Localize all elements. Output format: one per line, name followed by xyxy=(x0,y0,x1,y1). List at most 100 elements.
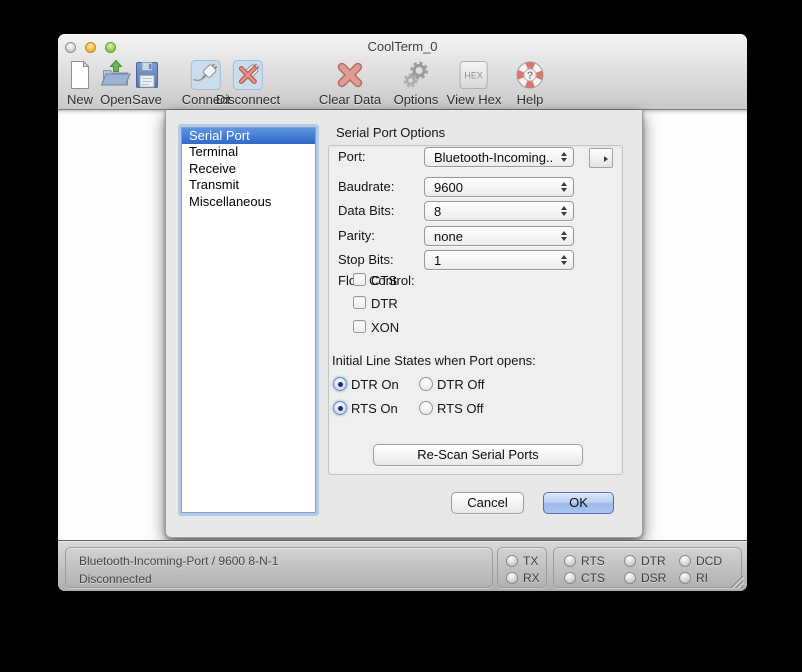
stepper-arrows-icon xyxy=(561,231,567,241)
dsr-led-icon xyxy=(624,572,636,584)
status-bar: Bluetooth-Incoming-Port / 9600 8-N-1 Dis… xyxy=(58,540,747,591)
checkbox-label: DTR xyxy=(371,296,398,311)
parity-select[interactable]: none xyxy=(424,226,574,246)
clear-x-icon xyxy=(334,59,366,91)
resize-grip[interactable] xyxy=(729,575,744,588)
baudrate-select[interactable]: 9600 xyxy=(424,177,574,197)
activity-led-panel: TX RX xyxy=(497,547,547,588)
toolbar-label: New xyxy=(67,92,93,107)
toolbar-clear-data-button[interactable]: Clear Data xyxy=(319,59,381,107)
rts-on-radio[interactable] xyxy=(333,401,347,415)
checkbox-label: XON xyxy=(371,320,399,335)
dcd-led-icon xyxy=(679,555,691,567)
new-document-icon xyxy=(64,59,96,91)
ri-led-icon xyxy=(679,572,691,584)
xon-checkbox[interactable] xyxy=(353,320,366,333)
port-label: Port: xyxy=(338,149,365,164)
connection-status-panel: Bluetooth-Incoming-Port / 9600 8-N-1 Dis… xyxy=(65,547,493,588)
rx-led-icon xyxy=(506,572,518,584)
coolterm-window: CoolTerm_0 New xyxy=(58,34,747,591)
hex-badge-icon: HEX xyxy=(458,59,490,91)
led-label: DTR xyxy=(641,554,666,568)
disconnect-plug-icon xyxy=(232,59,264,91)
radio-label: RTS On xyxy=(351,401,398,416)
triangle-right-icon xyxy=(604,156,608,162)
cancel-button[interactable]: Cancel xyxy=(451,492,524,514)
options-category-list: Serial Port Terminal Receive Transmit Mi… xyxy=(181,127,316,513)
hex-icon-text: HEX xyxy=(465,71,484,81)
baudrate-label: Baudrate: xyxy=(338,179,394,194)
stop-bits-value: 1 xyxy=(434,252,441,269)
connection-options-dialog: Serial Port Terminal Receive Transmit Mi… xyxy=(165,110,643,538)
toolbar-save-button[interactable]: Save xyxy=(131,59,163,107)
data-bits-value: 8 xyxy=(434,203,441,220)
toolbar-help-button[interactable]: ? Help xyxy=(514,59,546,107)
toolbar-label: Disconnect xyxy=(216,92,280,107)
checkbox-label: CTS xyxy=(371,273,397,288)
dtr-off-radio[interactable] xyxy=(419,377,433,391)
initial-line-states-label: Initial Line States when Port opens: xyxy=(332,353,536,368)
stepper-arrows-icon xyxy=(561,255,567,265)
window-title: CoolTerm_0 xyxy=(58,39,747,54)
tx-led-icon xyxy=(506,555,518,567)
rts-off-radio[interactable] xyxy=(419,401,433,415)
sidebar-item-miscellaneous[interactable]: Miscellaneous xyxy=(182,194,315,210)
led-label: DCD xyxy=(696,554,722,568)
dtr-checkbox[interactable] xyxy=(353,296,366,309)
led-label: RI xyxy=(696,571,708,585)
rts-led-icon xyxy=(564,555,576,567)
data-bits-label: Data Bits: xyxy=(338,203,394,218)
parity-label: Parity: xyxy=(338,228,375,243)
page-title: Serial Port Options xyxy=(336,125,445,140)
toolbar-label: Help xyxy=(517,92,544,107)
open-folder-icon xyxy=(100,59,132,91)
dtr-on-radio[interactable] xyxy=(333,377,347,391)
sidebar-item-transmit[interactable]: Transmit xyxy=(182,177,315,193)
data-bits-select[interactable]: 8 xyxy=(424,201,574,221)
dtr-led-icon xyxy=(624,555,636,567)
led-label: RTS xyxy=(581,554,605,568)
led-label: TX xyxy=(523,554,538,568)
connection-state-text: Disconnected xyxy=(79,572,152,586)
save-floppy-icon xyxy=(131,59,163,91)
toolbar-label: Clear Data xyxy=(319,92,381,107)
sidebar-item-receive[interactable]: Receive xyxy=(182,161,315,177)
question-icon-text: ? xyxy=(527,70,534,82)
toolbar-view-hex-button[interactable]: HEX View Hex xyxy=(447,59,502,107)
cts-checkbox[interactable] xyxy=(353,273,366,286)
radio-label: RTS Off xyxy=(437,401,483,416)
sidebar-item-terminal[interactable]: Terminal xyxy=(182,144,315,160)
desktop: CoolTerm_0 New xyxy=(0,0,802,672)
port-select[interactable]: Bluetooth-Incoming... xyxy=(424,147,574,167)
rescan-serial-ports-button[interactable]: Re-Scan Serial Ports xyxy=(373,444,583,466)
ok-button[interactable]: OK xyxy=(543,492,614,514)
toolbar-disconnect-button[interactable]: Disconnect xyxy=(216,59,280,107)
baudrate-value: 9600 xyxy=(434,179,463,196)
stop-bits-select[interactable]: 1 xyxy=(424,250,574,270)
port-menu-button[interactable] xyxy=(589,148,613,168)
port-value: Bluetooth-Incoming... xyxy=(434,149,552,166)
stepper-arrows-icon xyxy=(561,182,567,192)
help-lifebuoy-icon: ? xyxy=(514,59,546,91)
radio-label: DTR On xyxy=(351,377,399,392)
toolbar-open-button[interactable]: Open xyxy=(100,59,132,107)
parity-value: none xyxy=(434,228,463,245)
toolbar-label: View Hex xyxy=(447,92,502,107)
led-label: CTS xyxy=(581,571,605,585)
window-chrome: CoolTerm_0 New xyxy=(58,34,747,110)
stepper-arrows-icon xyxy=(561,152,567,162)
options-gears-icon xyxy=(400,59,432,91)
toolbar-label: Options xyxy=(394,92,439,107)
stop-bits-label: Stop Bits: xyxy=(338,252,394,267)
cts-led-icon xyxy=(564,572,576,584)
led-label: DSR xyxy=(641,571,666,585)
sidebar-item-serial-port[interactable]: Serial Port xyxy=(182,128,315,144)
port-summary-text: Bluetooth-Incoming-Port / 9600 8-N-1 xyxy=(79,554,278,568)
toolbar-label: Open xyxy=(100,92,132,107)
led-label: RX xyxy=(523,571,540,585)
radio-label: DTR Off xyxy=(437,377,484,392)
toolbar-label: Save xyxy=(132,92,162,107)
signal-led-panel: RTS DTR DCD CTS DSR RI xyxy=(553,547,742,588)
toolbar-options-button[interactable]: Options xyxy=(394,59,439,107)
toolbar-new-button[interactable]: New xyxy=(64,59,96,107)
